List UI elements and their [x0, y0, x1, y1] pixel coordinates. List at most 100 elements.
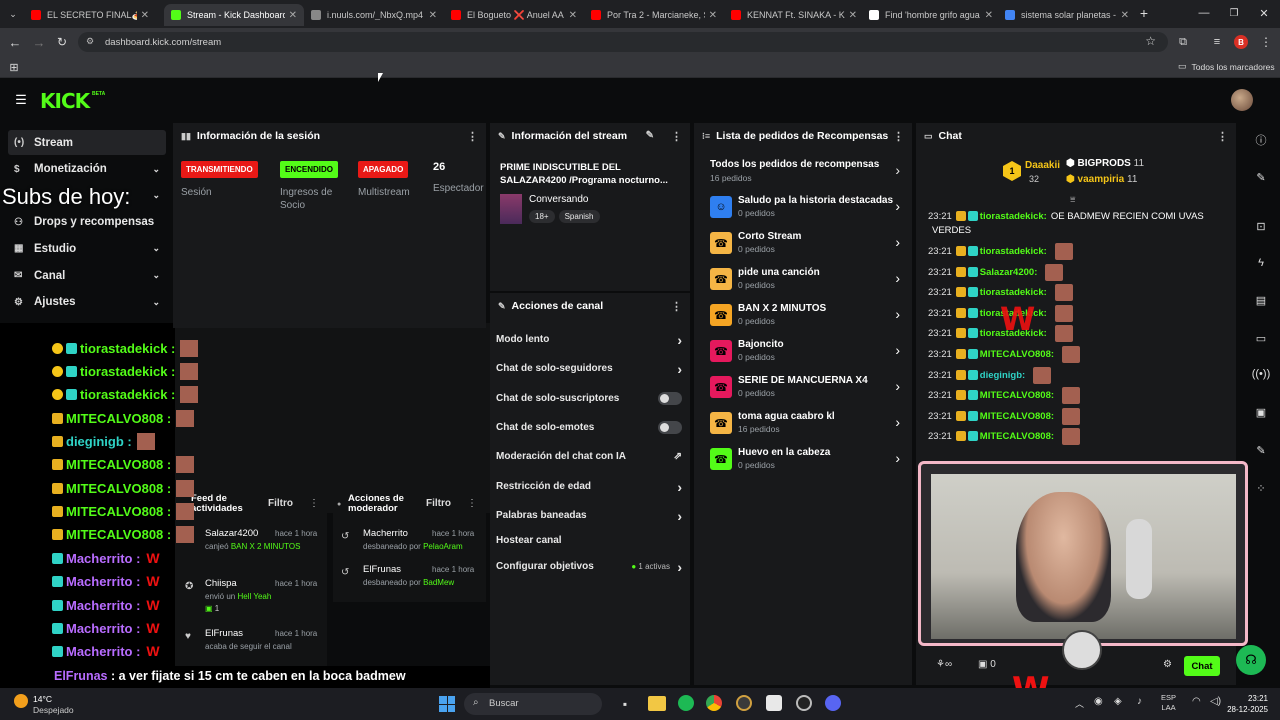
- browser-tab[interactable]: Stream - Kick Dashboard ✕: [164, 4, 304, 26]
- discord-icon[interactable]: [825, 695, 841, 711]
- session-menu-icon[interactable]: ⋮: [467, 130, 478, 143]
- sidebar-item[interactable]: $ Monetización ⌄: [8, 157, 166, 182]
- microphone-icon[interactable]: ♪: [1137, 696, 1142, 707]
- apps-grid-icon[interactable]: ⊞: [7, 60, 21, 74]
- chat-username[interactable]: dieginigb:: [980, 370, 1025, 381]
- sidebar-item[interactable]: ⚇ Drops y recompensas: [8, 210, 166, 235]
- mod-action-item[interactable]: ↺ ElFrunas hace 1 hora desbaneado por BadMe…: [333, 564, 483, 596]
- chat-username[interactable]: MITECALVO808:: [980, 390, 1054, 401]
- chat-bubble-icon[interactable]: ▭: [1242, 324, 1280, 352]
- dots-icon[interactable]: ⁘: [1242, 474, 1280, 502]
- browser-tab[interactable]: sistema solar planetas - G ✕: [998, 4, 1136, 26]
- tray-app-icon[interactable]: ◈: [1114, 696, 1122, 707]
- camera-icon[interactable]: ⊡: [1242, 212, 1280, 240]
- mod-user[interactable]: Macherrito: [363, 528, 408, 539]
- toggle-switch[interactable]: [658, 392, 682, 405]
- new-tab-icon[interactable]: +: [1136, 5, 1152, 21]
- channel-action-row[interactable]: Restricción de edad ›: [496, 479, 682, 501]
- chat-username[interactable]: tiorastadekick:: [980, 211, 1047, 222]
- third-gifter[interactable]: ⬢ vaampiria 11: [1066, 174, 1137, 185]
- channel-action-row[interactable]: Palabras baneadas ›: [496, 508, 682, 530]
- chat-settings-icon[interactable]: ⚙: [1163, 659, 1172, 670]
- channel-action-row[interactable]: Modo lento ›: [496, 332, 682, 354]
- back-icon[interactable]: ←: [7, 34, 23, 50]
- maximize-icon[interactable]: ❐: [1226, 5, 1242, 21]
- forward-icon[interactable]: →: [31, 34, 47, 50]
- feed-item[interactable]: ▣Salazar4200hace 1 horacanjeó BAN X 2 MI…: [175, 528, 325, 573]
- mod-filter-button[interactable]: Filtro: [426, 498, 451, 509]
- feed-menu-icon[interactable]: ⋮: [309, 498, 319, 509]
- info-icon[interactable]: ⓘ: [1242, 126, 1280, 154]
- tab-close-icon[interactable]: ✕: [709, 10, 717, 21]
- channel-action-row[interactable]: Chat de solo-seguidores ›: [496, 361, 682, 383]
- bookmark-star-icon[interactable]: ☆: [1145, 34, 1156, 48]
- url-input[interactable]: ⚙ dashboard.kick.com/stream ☆: [78, 32, 1168, 52]
- browser-tab[interactable]: KENNAT Ft. SINAKA - KE ✕: [724, 4, 864, 26]
- close-window-icon[interactable]: ✕: [1256, 5, 1272, 21]
- clock[interactable]: 23:21 28-12-2025: [1226, 693, 1268, 715]
- lightning-icon[interactable]: ϟ: [1242, 249, 1280, 277]
- tab-close-icon[interactable]: ✕: [849, 10, 857, 21]
- save-icon[interactable]: ▣: [1242, 398, 1280, 426]
- rewards-menu-icon[interactable]: ⋮: [893, 130, 904, 143]
- chat-username[interactable]: tiorastadekick:: [980, 246, 1047, 257]
- browser-tab[interactable]: i.nuuls.com/_NbxQ.mp4 ✕: [304, 4, 444, 26]
- chat-points[interactable]: ▣ 0: [978, 659, 996, 670]
- site-info-icon[interactable]: ⚙: [86, 36, 94, 47]
- chat-username[interactable]: Salazar4200:: [980, 267, 1038, 278]
- user-avatar[interactable]: [1231, 89, 1253, 111]
- pin-filter-icon[interactable]: ⩸: [1070, 194, 1075, 205]
- feed-user[interactable]: ElFrunas: [205, 628, 243, 639]
- browser-tab[interactable]: EL SECRETO FINAL🍝 Cap ✕: [24, 4, 156, 26]
- mod-user[interactable]: ElFrunas: [363, 564, 401, 575]
- wifi-icon[interactable]: ◠: [1192, 696, 1201, 707]
- feed-item[interactable]: ✪ Chiispa hace 1 hora envió un Hell Yeah ▣ 1: [175, 578, 325, 623]
- tray-app-icon[interactable]: ◉: [1094, 696, 1103, 707]
- chat-send-button[interactable]: Chat: [1184, 656, 1220, 676]
- channel-action-row[interactable]: Hostear canal: [496, 535, 682, 555]
- kick-logo[interactable]: KICK: [40, 89, 90, 113]
- reward-row[interactable]: ☎ SERIE DE MANCUERNA X4 0 pedidos ›: [710, 375, 900, 405]
- all-rewards-row[interactable]: Todos los pedidos de recompensas 16 pedi…: [710, 159, 900, 187]
- tab-close-icon[interactable]: ✕: [985, 10, 993, 21]
- support-headset-icon[interactable]: ☊: [1236, 645, 1266, 675]
- extensions-icon[interactable]: ⧉: [1175, 34, 1191, 50]
- channel-actions-menu-icon[interactable]: ⋮: [671, 300, 682, 313]
- tab-close-icon[interactable]: ✕: [569, 10, 577, 21]
- tag-pill[interactable]: Spanish: [558, 210, 600, 223]
- app-icon[interactable]: [766, 695, 782, 711]
- reward-row[interactable]: ☎ Bajoncito 0 pedidos ›: [710, 339, 900, 369]
- volume-icon[interactable]: ◁): [1210, 696, 1221, 707]
- chat-menu-icon[interactable]: ⋮: [1217, 130, 1228, 143]
- chat-username[interactable]: MITECALVO808:: [980, 431, 1054, 442]
- reload-icon[interactable]: ↻: [54, 34, 70, 50]
- tab-search-icon[interactable]: ⌄: [6, 7, 20, 21]
- reward-row[interactable]: ☎ BAN X 2 MINUTOS 0 pedidos ›: [710, 303, 900, 333]
- toggle-switch[interactable]: [658, 421, 682, 434]
- browser-tab[interactable]: El Bogueto ❌ Anuel AA ✕: [444, 4, 584, 26]
- mod-menu-icon[interactable]: ⋮: [467, 498, 477, 509]
- sidebar-item[interactable]: ▦ Estudio ⌄: [8, 236, 166, 261]
- file-explorer-icon[interactable]: [648, 696, 666, 711]
- reward-row[interactable]: ☺ Saludo pa la historia destacadas 0 pedid…: [710, 195, 900, 225]
- profile-avatar[interactable]: B: [1234, 35, 1248, 49]
- stream-info-menu-icon[interactable]: ⋮: [671, 130, 682, 143]
- all-bookmarks-folder[interactable]: ▭ Todos los marcadores: [1178, 61, 1275, 72]
- edit-pencil-icon[interactable]: ✎: [646, 130, 654, 141]
- broadcast-icon[interactable]: ((•)): [1242, 360, 1280, 388]
- browser-tab[interactable]: Find 'hombre grifo agua ✕: [862, 4, 1000, 26]
- browser-tab[interactable]: Por Tra 2 - Marcianeke, Se ✕: [584, 4, 724, 26]
- top-gifter-name[interactable]: Daaakii: [1025, 160, 1060, 171]
- hamburger-menu-icon[interactable]: ☰: [14, 92, 28, 107]
- mod-action-item[interactable]: ↺ Macherrito hace 1 hora desbaneado por Pel…: [333, 528, 483, 560]
- sidebar-item[interactable]: ✉ Canal ⌄: [8, 263, 166, 288]
- chrome-icon[interactable]: [706, 695, 722, 711]
- start-button[interactable]: [439, 696, 455, 712]
- activity-filter-button[interactable]: Filtro: [268, 498, 293, 509]
- media-icon[interactable]: ≡: [1209, 34, 1225, 50]
- second-gifter[interactable]: ⬢ BIGPRODS 11: [1066, 158, 1144, 169]
- pencil-icon[interactable]: ✎: [1242, 163, 1280, 191]
- feed-user[interactable]: Salazar4200: [205, 528, 258, 539]
- sidebar-item[interactable]: ⚙ Ajustes ⌄: [8, 290, 166, 315]
- spotify-icon[interactable]: [678, 695, 694, 711]
